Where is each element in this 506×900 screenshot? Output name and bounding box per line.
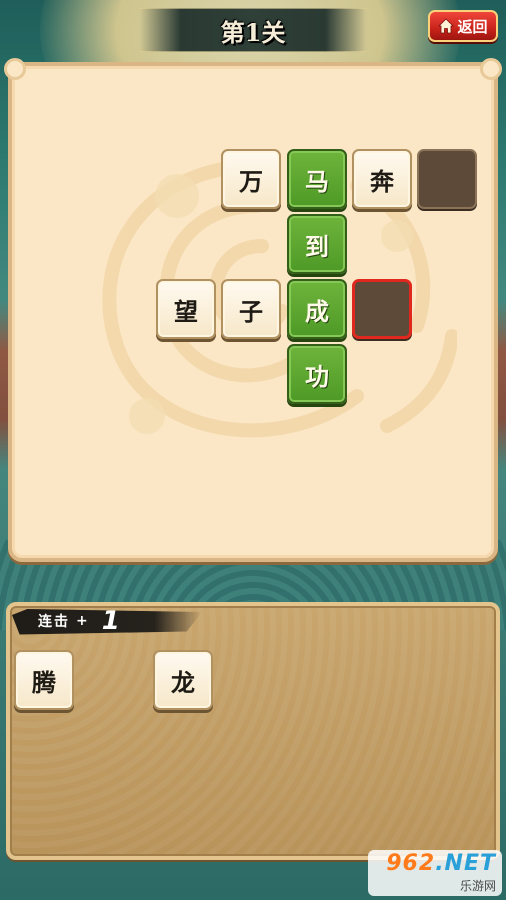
back-button[interactable]: 返回 — [428, 10, 498, 42]
candidate-tile[interactable]: 腾 — [14, 650, 74, 710]
board-tile: 奔 — [352, 149, 412, 209]
puzzle-board: 万 马 奔 到 望 子 成 功 — [4, 58, 502, 562]
watermark-brand-suffix: .NET — [435, 850, 496, 876]
site-watermark: 962.NET 乐游网 — [368, 850, 502, 896]
home-icon — [438, 18, 455, 34]
watermark-subtitle: 乐游网 — [459, 878, 496, 893]
watermark-brand-number: 962 — [386, 850, 436, 876]
combo-plus: + — [76, 613, 88, 629]
board-tile-solved: 马 — [287, 149, 347, 209]
level-title-bar: 第1关 — [140, 8, 366, 52]
combo-label: 连击 — [38, 614, 70, 630]
board-tile: 万 — [221, 149, 281, 209]
board-tile-solved: 到 — [287, 214, 347, 274]
watermark-logo: 962.NET — [386, 850, 496, 876]
board-tile-solved: 功 — [287, 344, 347, 404]
board-empty-slot[interactable] — [417, 149, 477, 209]
candidate-panel — [6, 602, 500, 860]
back-button-label: 返回 — [457, 17, 488, 36]
board-tile-solved: 成 — [287, 279, 347, 339]
candidate-tile[interactable]: 龙 — [153, 650, 213, 710]
board-empty-slot-selected[interactable] — [352, 279, 412, 339]
board-tile: 望 — [156, 279, 216, 339]
board-tile: 子 — [221, 279, 281, 339]
level-title: 第1关 — [220, 17, 286, 47]
